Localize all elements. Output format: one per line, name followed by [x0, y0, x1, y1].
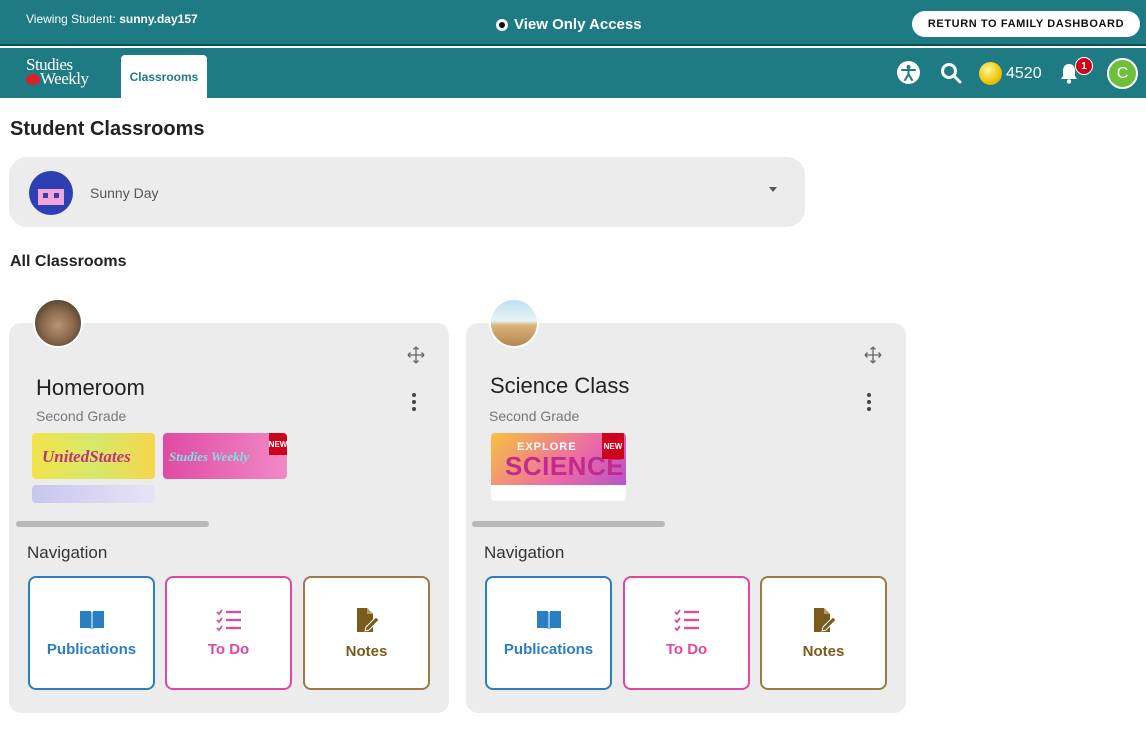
move-icon[interactable]	[864, 346, 882, 364]
coin-count: 4520	[1006, 65, 1042, 82]
selected-student-name: Sunny Day	[90, 185, 159, 201]
all-classrooms-heading: All Classrooms	[10, 253, 127, 270]
publication-cover: EXPLORE SCIENCE NEW	[491, 433, 626, 485]
notes-button[interactable]: Notes	[303, 576, 430, 690]
science-class-photo	[489, 298, 539, 348]
notes-icon	[813, 607, 837, 632]
view-only-indicator: View Only Access	[496, 16, 642, 33]
more-options-icon[interactable]	[867, 393, 871, 411]
publication-thumbnail[interactable]	[32, 485, 155, 503]
todo-button[interactable]: To Do	[623, 576, 750, 690]
todo-label: To Do	[207, 640, 250, 658]
notification-badge: 1	[1075, 57, 1093, 75]
book-icon	[79, 610, 104, 630]
publication-title: UnitedStates	[42, 447, 131, 466]
homeroom-photo	[33, 298, 83, 348]
studies-weekly-logo[interactable]: Studies Weekly	[26, 55, 98, 93]
view-only-banner: Viewing Student: sunny.day157 View Only …	[0, 0, 1146, 46]
publications-scrollbar[interactable]	[472, 521, 665, 527]
publications-button[interactable]: Publications	[28, 576, 155, 690]
navigation-label: Navigation	[484, 543, 565, 562]
classroom-card-science[interactable]: Science Class Second Grade EXPLORE SCIEN…	[466, 323, 906, 713]
classroom-grade: Second Grade	[36, 408, 127, 424]
publication-thumbnail[interactable]: UnitedStates	[32, 433, 155, 479]
accessibility-icon[interactable]	[897, 61, 920, 84]
chevron-down-icon	[769, 187, 777, 192]
page-title: Student Classrooms	[10, 118, 205, 140]
logo-text-weekly: Weekly	[40, 69, 89, 88]
eye-icon	[496, 18, 508, 31]
publications-label: Publications	[46, 640, 137, 658]
navigation-label: Navigation	[27, 543, 108, 562]
search-icon[interactable]	[939, 61, 963, 85]
notes-label: Notes	[802, 642, 845, 660]
classroom-grade: Second Grade	[489, 408, 580, 424]
avatar-eye	[54, 193, 59, 198]
todo-label: To Do	[665, 640, 708, 658]
user-avatar[interactable]: C	[1107, 58, 1138, 89]
avatar-eye	[43, 193, 48, 198]
viewing-username: sunny.day157	[119, 12, 198, 26]
publication-title: Studies Weekly	[169, 449, 250, 464]
publications-button[interactable]: Publications	[485, 576, 612, 690]
student-avatar	[29, 171, 73, 215]
move-icon[interactable]	[407, 346, 425, 364]
classroom-name: Science Class	[490, 373, 630, 398]
return-to-family-dashboard-button[interactable]: RETURN TO FAMILY DASHBOARD	[912, 11, 1140, 37]
publications-scrollbar[interactable]	[16, 521, 209, 527]
top-nav-bar: Studies Weekly Classrooms 4520 1 C	[0, 48, 1146, 98]
classroom-name: Homeroom	[36, 375, 145, 400]
avatar-face	[38, 189, 64, 205]
checklist-icon	[673, 608, 699, 631]
new-badge: NEW	[269, 433, 287, 455]
publication-thumbnail[interactable]: EXPLORE SCIENCE NEW	[491, 433, 626, 501]
notes-button[interactable]: Notes	[760, 576, 887, 690]
viewing-prefix: Viewing Student:	[26, 12, 116, 26]
notes-icon	[356, 607, 380, 632]
viewing-student-text: Viewing Student: sunny.day157	[26, 12, 198, 26]
publication-thumbnail[interactable]: Studies Weekly NEW	[163, 433, 287, 479]
new-badge: NEW	[602, 433, 624, 459]
tab-classrooms[interactable]: Classrooms	[121, 55, 207, 98]
todo-button[interactable]: To Do	[165, 576, 292, 690]
book-icon	[536, 610, 561, 630]
notes-label: Notes	[345, 642, 388, 660]
more-options-icon[interactable]	[412, 393, 416, 411]
apple-icon	[26, 74, 40, 85]
classroom-card-homeroom[interactable]: Homeroom Second Grade UnitedStates Studi…	[9, 323, 449, 713]
view-only-label: View Only Access	[514, 16, 642, 33]
checklist-icon	[215, 608, 241, 631]
publications-label: Publications	[503, 640, 594, 658]
coin-icon	[979, 62, 1002, 85]
student-selector-dropdown[interactable]: Sunny Day	[9, 157, 805, 227]
